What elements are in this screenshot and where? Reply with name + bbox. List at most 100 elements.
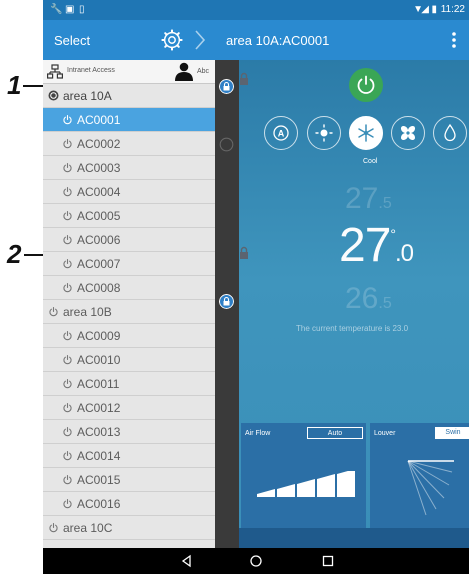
unit-row[interactable]: AC0014 bbox=[43, 444, 215, 468]
temp-up-dec: .5 bbox=[378, 195, 392, 212]
power-status-icon bbox=[63, 354, 72, 365]
area-label: area 10A bbox=[63, 89, 112, 103]
louver-card[interactable]: Louver Swin bbox=[370, 423, 469, 528]
callout-number-2: 2 bbox=[7, 239, 22, 269]
svg-text:A: A bbox=[278, 129, 285, 139]
area-row[interactable]: area 10A bbox=[43, 84, 215, 108]
airflow-level-bar bbox=[337, 471, 355, 497]
lock-icon[interactable] bbox=[219, 79, 234, 94]
current-temperature-text: The current temperature is 23.0 bbox=[296, 324, 409, 333]
airflow-value[interactable]: Auto bbox=[307, 427, 363, 439]
area-label: area 10B bbox=[63, 305, 112, 319]
temp-down-button[interactable]: 26.5 bbox=[345, 282, 392, 316]
lock-icon[interactable] bbox=[219, 294, 234, 309]
unit-row[interactable]: AC0013 bbox=[43, 420, 215, 444]
user-icon[interactable] bbox=[174, 62, 194, 81]
set-temp-degree: ° bbox=[390, 226, 396, 242]
power-icon bbox=[357, 75, 375, 94]
cool-mode-button[interactable] bbox=[349, 116, 383, 150]
unit-label: AC0002 bbox=[77, 137, 121, 151]
select-button[interactable]: Select bbox=[54, 33, 90, 48]
fan-mode-button[interactable] bbox=[391, 116, 425, 150]
airflow-title: Air Flow bbox=[245, 430, 271, 437]
area-row[interactable]: area 10C bbox=[43, 516, 215, 540]
unit-label: AC0003 bbox=[77, 161, 121, 175]
power-status-icon bbox=[63, 402, 72, 413]
power-status-icon bbox=[63, 426, 72, 437]
mode-label: Cool bbox=[363, 158, 378, 165]
unit-row[interactable]: AC0002 bbox=[43, 132, 215, 156]
power-button[interactable] bbox=[349, 68, 383, 102]
unit-row[interactable]: AC0003 bbox=[43, 156, 215, 180]
temp-up-button[interactable]: 27.5 bbox=[345, 182, 392, 216]
unit-row[interactable]: AC0006 bbox=[43, 228, 215, 252]
power-status-icon bbox=[49, 522, 58, 533]
unit-row[interactable]: AC0001 bbox=[43, 108, 215, 132]
unit-row[interactable]: AC0015 bbox=[43, 468, 215, 492]
set-temperature: 27°.0 bbox=[339, 218, 414, 273]
fan-mode-icon bbox=[400, 125, 416, 141]
unit-row[interactable]: AC0012 bbox=[43, 396, 215, 420]
power-status-icon bbox=[63, 162, 72, 173]
unit-label: AC0007 bbox=[77, 257, 121, 271]
heat-mode-icon bbox=[315, 124, 333, 142]
power-status-icon bbox=[63, 138, 72, 149]
unit-row[interactable]: AC0011 bbox=[43, 372, 215, 396]
unit-label: AC0010 bbox=[77, 353, 121, 367]
airflow-level-bar bbox=[297, 479, 315, 497]
unit-row[interactable]: AC0009 bbox=[43, 324, 215, 348]
temp-down-dec: .5 bbox=[378, 295, 392, 312]
power-status-icon bbox=[63, 258, 72, 269]
unit-row[interactable]: AC0008 bbox=[43, 276, 215, 300]
list-header: Intranet Access Abc bbox=[43, 60, 215, 84]
power-status-icon bbox=[63, 378, 72, 389]
navigation-bar bbox=[43, 548, 469, 574]
tablet-screen: 🔧 ▣ ▯ ▼ ◢ ▮ 11:22 Select area 10A:AC0001 bbox=[43, 0, 469, 574]
unit-row[interactable]: AC0016 bbox=[43, 492, 215, 516]
power-status-icon bbox=[63, 498, 72, 509]
back-icon[interactable] bbox=[179, 553, 195, 569]
callout-number-1: 1 bbox=[7, 70, 22, 100]
temp-down-int: 26 bbox=[345, 282, 379, 315]
power-status-icon bbox=[48, 90, 59, 101]
power-status-icon bbox=[63, 186, 72, 197]
unit-title: area 10A:AC0001 bbox=[226, 33, 330, 48]
power-status-icon bbox=[63, 114, 72, 125]
unit-label: AC0005 bbox=[77, 209, 121, 223]
image-icon: ▣ bbox=[65, 4, 75, 15]
area-label: area 10C bbox=[63, 521, 113, 535]
unit-label: AC0004 bbox=[77, 185, 121, 199]
unit-row[interactable]: AC0004 bbox=[43, 180, 215, 204]
unit-list-panel: Intranet Access Abc area 10A AC0001 AC0002… bbox=[43, 60, 215, 548]
recents-icon[interactable] bbox=[320, 553, 336, 569]
unit-label: AC0009 bbox=[77, 329, 121, 343]
airflow-card[interactable]: Air Flow Auto bbox=[241, 423, 366, 528]
heat-mode-button[interactable] bbox=[307, 116, 341, 150]
unit-label: AC0013 bbox=[77, 425, 121, 439]
airflow-level-bar bbox=[257, 489, 275, 497]
auto-mode-button[interactable]: A bbox=[264, 116, 298, 150]
network-icon bbox=[47, 64, 63, 79]
temp-up-int: 27 bbox=[345, 182, 379, 215]
gear-icon[interactable] bbox=[161, 29, 183, 51]
title-bar: Select area 10A:AC0001 bbox=[43, 20, 469, 60]
unit-row[interactable]: AC0007 bbox=[43, 252, 215, 276]
louver-title: Louver bbox=[374, 430, 396, 437]
home-icon[interactable] bbox=[248, 553, 264, 569]
unit-label: AC0015 bbox=[77, 473, 121, 487]
unit-row[interactable]: AC0005 bbox=[43, 204, 215, 228]
louver-value[interactable]: Swin bbox=[435, 427, 469, 439]
set-temp-dec: .0 bbox=[395, 240, 414, 267]
chevron-right-icon bbox=[195, 30, 206, 50]
power-status-icon bbox=[63, 234, 72, 245]
control-panel: A Cool 27.5 27°.0 26.5 The current tempe… bbox=[239, 60, 469, 548]
power-status-icon bbox=[49, 306, 58, 317]
dry-mode-button[interactable] bbox=[433, 116, 467, 150]
unit-label: AC0016 bbox=[77, 497, 121, 511]
overflow-menu-icon[interactable] bbox=[451, 31, 457, 49]
unit-row[interactable]: AC0010 bbox=[43, 348, 215, 372]
area-row[interactable]: area 10B bbox=[43, 300, 215, 324]
set-temp-int: 27 bbox=[339, 219, 391, 272]
network-label: Intranet Access bbox=[67, 67, 115, 74]
unlock-indicator-icon[interactable] bbox=[219, 137, 234, 152]
